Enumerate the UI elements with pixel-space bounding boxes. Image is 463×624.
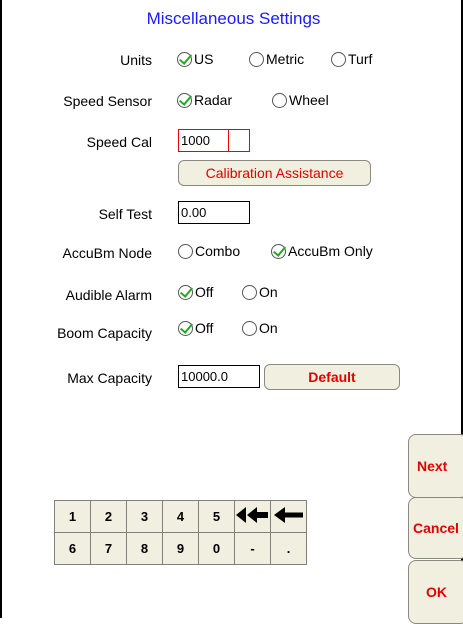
backspace-key[interactable]: [270, 500, 307, 533]
key-minus[interactable]: -: [234, 532, 271, 565]
page-title: Miscellaneous Settings: [146, 9, 321, 28]
key-0[interactable]: 0: [198, 532, 235, 565]
accubm-only-radio[interactable]: [271, 243, 286, 259]
accubm-node-label: AccuBm Node: [62, 245, 152, 261]
boom-capacity-off-radio[interactable]: [178, 320, 193, 336]
key-4[interactable]: 4: [162, 500, 199, 533]
speed-cal-label: Speed Cal: [86, 134, 152, 150]
audible-alarm-on-option[interactable]: On: [242, 284, 278, 300]
speed-sensor-radar-radio[interactable]: [177, 92, 192, 108]
speed-sensor-radar-option[interactable]: Radar: [177, 92, 232, 108]
numeric-keypad: 1 2 3 4 5 6 7 8 9 0 - .: [54, 500, 307, 565]
key-3[interactable]: 3: [126, 500, 163, 533]
audible-alarm-on-radio[interactable]: [242, 284, 257, 300]
boom-capacity-on-radio[interactable]: [242, 320, 257, 336]
units-us-option[interactable]: US: [177, 51, 213, 67]
max-capacity-label: Max Capacity: [67, 370, 152, 386]
units-turf-option[interactable]: Turf: [331, 51, 372, 67]
units-metric-option[interactable]: Metric: [249, 51, 304, 67]
speed-sensor-wheel-option[interactable]: Wheel: [272, 92, 329, 108]
audible-alarm-off-radio[interactable]: [178, 284, 193, 300]
left-arrow-icon: [273, 507, 303, 523]
default-button[interactable]: Default: [264, 364, 400, 390]
double-left-arrow-icon: [235, 507, 268, 523]
key-6[interactable]: 6: [54, 532, 91, 565]
self-test-label: Self Test: [98, 206, 152, 222]
speed-cal-input[interactable]: 1000: [178, 129, 250, 152]
calibration-assistance-button[interactable]: Calibration Assistance: [178, 160, 371, 186]
max-capacity-input[interactable]: 10000.0: [178, 365, 260, 388]
units-turf-radio[interactable]: [331, 51, 346, 67]
next-button[interactable]: Next: [408, 434, 463, 498]
accubm-combo-radio[interactable]: [178, 243, 193, 259]
cancel-button[interactable]: Cancel: [408, 497, 463, 559]
key-9[interactable]: 9: [162, 532, 199, 565]
key-7[interactable]: 7: [90, 532, 127, 565]
speed-sensor-label: Speed Sensor: [63, 93, 152, 109]
speed-sensor-wheel-radio[interactable]: [272, 92, 287, 108]
audible-alarm-label: Audible Alarm: [65, 287, 152, 303]
input-divider: [228, 130, 229, 151]
boom-capacity-label: Boom Capacity: [57, 325, 152, 341]
accubm-only-option[interactable]: AccuBm Only: [271, 243, 373, 259]
settings-screen: Miscellaneous Settings Units US Metric T…: [0, 0, 463, 624]
key-5[interactable]: 5: [198, 500, 235, 533]
units-metric-radio[interactable]: [249, 51, 264, 67]
key-1[interactable]: 1: [54, 500, 91, 533]
key-2[interactable]: 2: [90, 500, 127, 533]
boom-capacity-on-option[interactable]: On: [242, 320, 278, 336]
key-decimal[interactable]: .: [270, 532, 307, 565]
units-label: Units: [120, 52, 152, 68]
audible-alarm-off-option[interactable]: Off: [178, 284, 213, 300]
accubm-combo-option[interactable]: Combo: [178, 243, 240, 259]
units-us-radio[interactable]: [177, 51, 192, 67]
key-8[interactable]: 8: [126, 532, 163, 565]
ok-button[interactable]: OK: [408, 560, 463, 624]
clear-all-key[interactable]: [234, 500, 271, 533]
boom-capacity-off-option[interactable]: Off: [178, 320, 213, 336]
self-test-input[interactable]: 0.00: [178, 201, 250, 224]
